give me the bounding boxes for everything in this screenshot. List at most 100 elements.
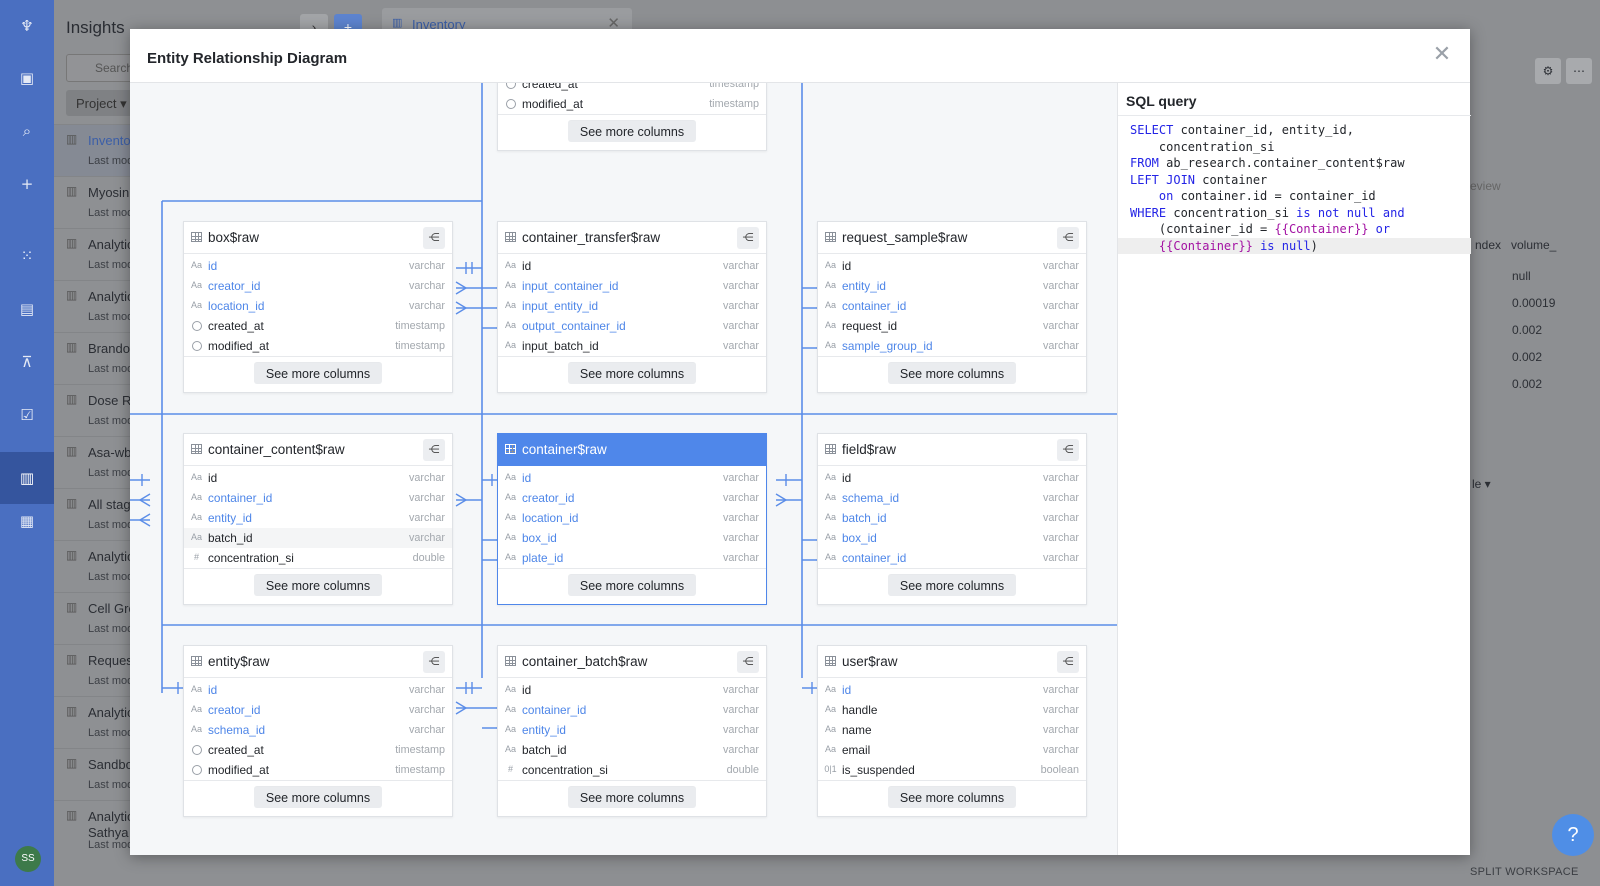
erd-table-container-batch[interactable]: container_batch$raw ⋲ Aa id varchar Aa contain… [497, 645, 767, 817]
table-column-row[interactable]: # concentration_si double [498, 760, 766, 780]
table-column-row[interactable]: Aa box_id varchar [818, 528, 1086, 548]
sql-code-editor[interactable]: SELECT container_id, entity_id, concentr… [1118, 122, 1471, 254]
table-column-row[interactable]: Aa creator_id varchar [498, 488, 766, 508]
erd-table-container[interactable]: container$raw Aa id varchar Aa creator_id varc… [497, 433, 767, 605]
table-header[interactable]: entity$raw ⋲ [184, 646, 452, 678]
table-column-row[interactable]: Aa name varchar [818, 720, 1086, 740]
relationships-icon[interactable]: ⋲ [1057, 651, 1079, 673]
table-column-row[interactable]: Aa id varchar [498, 468, 766, 488]
table-column-row[interactable]: Aa schema_id varchar [184, 720, 452, 740]
table-column-row[interactable]: Aa request_id varchar [818, 316, 1086, 336]
table-column-row[interactable]: Aa creator_id varchar [184, 700, 452, 720]
relationships-icon[interactable]: ⋲ [423, 651, 445, 673]
table-column-row[interactable]: Aa input_batch_id varchar [498, 336, 766, 356]
split-workspace-button[interactable]: SPLIT WORKSPACE [1470, 866, 1579, 878]
see-more-columns-button[interactable]: See more columns [254, 362, 382, 384]
relationships-icon[interactable]: ⋲ [423, 439, 445, 461]
see-more-columns-button[interactable]: See more columns [254, 574, 382, 596]
table-header[interactable]: container_content$raw ⋲ [184, 434, 452, 466]
relationships-icon[interactable]: ⋲ [737, 651, 759, 673]
erd-table-container-transfer[interactable]: container_transfer$raw ⋲ Aa id varchar Aa inpu… [497, 221, 767, 393]
table-header[interactable]: container_batch$raw ⋲ [498, 646, 766, 678]
see-more-columns-button[interactable]: See more columns [888, 574, 1016, 596]
table-header[interactable]: container_transfer$raw ⋲ [498, 222, 766, 254]
see-more-columns-button[interactable]: See more columns [888, 362, 1016, 384]
table-column-row[interactable]: Aa id varchar [498, 256, 766, 276]
see-more-columns-button[interactable]: See more columns [568, 786, 696, 808]
insights-chart-icon[interactable]: ▥ [0, 452, 54, 504]
table-column-row[interactable]: Aa id varchar [498, 680, 766, 700]
erd-table-partial[interactable]: created_at timestamp modified_at timestamp S… [497, 83, 767, 151]
table-column-row[interactable]: Aa entity_id varchar [184, 508, 452, 528]
table-column-row[interactable]: Aa input_container_id varchar [498, 276, 766, 296]
briefcase-icon[interactable]: ▣ [17, 68, 37, 88]
table-header[interactable]: request_sample$raw ⋲ [818, 222, 1086, 254]
apps-grid-icon[interactable]: ⁙ [17, 246, 37, 266]
view-dropdown[interactable]: le ▾ [1472, 477, 1491, 491]
erd-table-request-sample[interactable]: request_sample$raw ⋲ Aa id varchar Aa entity_i… [817, 221, 1087, 393]
user-avatar[interactable]: SS [15, 846, 41, 872]
erd-table-field[interactable]: field$raw ⋲ Aa id varchar Aa schema_id varchar A… [817, 433, 1087, 605]
table-column-row[interactable]: Aa id varchar [184, 468, 452, 488]
table-column-row[interactable]: Aa sample_group_id varchar [818, 336, 1086, 356]
table-column-row[interactable]: 0|1 is_suspended boolean [818, 760, 1086, 780]
table-column-row[interactable]: Aa container_id varchar [818, 548, 1086, 568]
table-column-row[interactable]: Aa email varchar [818, 740, 1086, 760]
table-column-row[interactable]: Aa entity_id varchar [498, 720, 766, 740]
table-column-row[interactable]: Aa id varchar [818, 256, 1086, 276]
table-column-row[interactable]: Aa id varchar [818, 468, 1086, 488]
table-column-row[interactable]: Aa plate_id varchar [498, 548, 766, 568]
table-header[interactable]: container$raw [498, 434, 766, 466]
table-column-row[interactable]: # concentration_si double [184, 548, 452, 568]
see-more-columns-button[interactable]: See more columns [568, 120, 696, 142]
see-more-columns-button[interactable]: See more columns [888, 786, 1016, 808]
close-icon[interactable]: ✕ [1430, 43, 1454, 67]
table-column-row[interactable]: created_at timestamp [184, 740, 452, 760]
plus-icon[interactable]: + [17, 174, 37, 194]
logo-icon[interactable]: ♆ [17, 16, 37, 36]
table-column-row[interactable]: Aa location_id varchar [184, 296, 452, 316]
erd-table-box[interactable]: box$raw ⋲ Aa id varchar Aa creator_id varchar Aa… [183, 221, 453, 393]
erd-canvas[interactable]: created_at timestamp modified_at timestamp S… [130, 83, 1117, 855]
help-button[interactable]: ? [1552, 814, 1594, 856]
table-column-row[interactable]: Aa container_id varchar [498, 700, 766, 720]
relationships-icon[interactable]: ⋲ [423, 227, 445, 249]
table-column-row[interactable]: Aa id varchar [818, 680, 1086, 700]
erd-table-entity[interactable]: entity$raw ⋲ Aa id varchar Aa creator_id varcha… [183, 645, 453, 817]
relationships-icon[interactable]: ⋲ [1057, 439, 1079, 461]
search-icon[interactable]: ⌕ [17, 121, 37, 141]
project-filter-dropdown[interactable]: Project ▾ [66, 90, 136, 116]
settings-gear-icon[interactable]: ⚙ [1535, 58, 1561, 84]
table-column-row[interactable]: Aa container_id varchar [184, 488, 452, 508]
table-column-row[interactable]: modified_at timestamp [184, 336, 452, 356]
relationships-icon[interactable]: ⋲ [737, 227, 759, 249]
see-more-columns-button[interactable]: See more columns [254, 786, 382, 808]
table-column-row[interactable]: Aa schema_id varchar [818, 488, 1086, 508]
table-column-row[interactable]: Aa container_id varchar [818, 296, 1086, 316]
erd-table-container-content[interactable]: container_content$raw ⋲ Aa id varchar Aa conta… [183, 433, 453, 605]
relationships-icon[interactable]: ⋲ [1057, 227, 1079, 249]
table-column-row[interactable]: Aa id varchar [184, 680, 452, 700]
folder-icon[interactable]: ▦ [17, 511, 37, 531]
table-column-row[interactable]: Aa entity_id varchar [818, 276, 1086, 296]
table-header[interactable]: field$raw ⋲ [818, 434, 1086, 466]
table-column-row[interactable]: Aa batch_id varchar [818, 508, 1086, 528]
table-column-row[interactable]: created_at timestamp [184, 316, 452, 336]
see-more-columns-button[interactable]: See more columns [568, 574, 696, 596]
table-header[interactable]: user$raw ⋲ [818, 646, 1086, 678]
table-column-row[interactable]: Aa batch_id varchar [498, 740, 766, 760]
see-more-columns-button[interactable]: See more columns [568, 362, 696, 384]
inbox-icon[interactable]: ▤ [17, 299, 37, 319]
table-column-row[interactable]: Aa batch_id varchar [184, 528, 452, 548]
more-options-icon[interactable]: ⋯ [1566, 58, 1592, 84]
table-column-row[interactable]: Aa output_container_id varchar [498, 316, 766, 336]
hierarchy-icon[interactable]: ⊼ [17, 352, 37, 372]
table-header[interactable]: box$raw ⋲ [184, 222, 452, 254]
table-column-row[interactable]: created_at timestamp [498, 83, 766, 94]
table-column-row[interactable]: Aa input_entity_id varchar [498, 296, 766, 316]
table-column-row[interactable]: modified_at timestamp [498, 94, 766, 114]
checklist-icon[interactable]: ☑ [17, 405, 37, 425]
erd-table-user[interactable]: user$raw ⋲ Aa id varchar Aa handle varchar Aa nam… [817, 645, 1087, 817]
table-column-row[interactable]: Aa id varchar [184, 256, 452, 276]
table-column-row[interactable]: Aa location_id varchar [498, 508, 766, 528]
